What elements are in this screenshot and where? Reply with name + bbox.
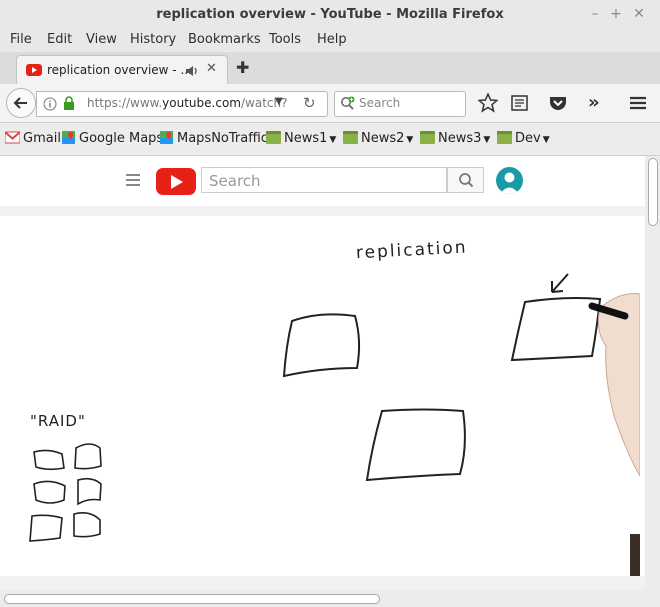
youtube-header: Search <box>0 156 645 206</box>
window-title: replication overview - YouTube - Mozilla… <box>156 7 504 22</box>
menu-history[interactable]: History <box>130 32 176 47</box>
maps-icon <box>62 131 75 144</box>
raid-disk <box>74 443 102 470</box>
page-bottom-spacer <box>0 576 645 590</box>
chevron-down-icon: ▼ <box>483 135 491 145</box>
tab-youtube[interactable]: replication overview - ... ✕ <box>16 55 228 85</box>
menu-edit[interactable]: Edit <box>47 32 72 47</box>
bookmark-star-icon[interactable] <box>478 93 498 113</box>
youtube-search-button[interactable] <box>447 167 484 193</box>
bookmark-mapsnotraffic[interactable]: MapsNoTraffic <box>159 131 268 146</box>
navigation-bar: https://www.youtube.com/watch? ▼ ↻ Searc… <box>0 84 660 123</box>
raid-disk <box>77 477 102 506</box>
youtube-search-input[interactable]: Search <box>201 167 447 193</box>
speaker-icon[interactable] <box>185 65 199 77</box>
minimize-icon[interactable]: – <box>586 5 604 23</box>
video-player[interactable]: replication "RAID" <box>0 216 641 576</box>
reading-list-icon[interactable] <box>510 93 530 113</box>
hamburger-menu-icon[interactable] <box>628 93 648 113</box>
sketch-box-3 <box>510 297 602 362</box>
window-titlebar: replication overview - YouTube - Mozilla… <box>0 0 660 30</box>
bookmark-google-maps[interactable]: Google Maps <box>61 131 163 146</box>
whiteboard-drawing: replication "RAID" <box>29 237 641 576</box>
youtube-guide-menu-icon[interactable] <box>126 174 140 189</box>
menu-view[interactable]: View <box>86 32 117 47</box>
tab-close-icon[interactable]: ✕ <box>206 61 217 76</box>
menu-file[interactable]: File <box>10 32 32 47</box>
raid-disk <box>73 512 101 538</box>
menu-bookmarks[interactable]: Bookmarks <box>188 32 261 47</box>
bookmark-gmail[interactable]: Gmail <box>5 131 61 146</box>
bookmark-folder-dev[interactable]: Dev ▼ <box>497 131 550 146</box>
bookmark-folder-news3[interactable]: News3 ▼ <box>420 131 490 146</box>
folder-icon <box>266 131 281 144</box>
youtube-logo[interactable] <box>156 168 196 195</box>
overflow-chevron-icon[interactable]: » <box>588 92 608 113</box>
handwritten-replication-label: replication <box>355 237 468 263</box>
search-placeholder: Search <box>359 96 401 110</box>
chevron-down-icon: ▼ <box>406 135 414 145</box>
bookmark-folder-news2[interactable]: News2 ▼ <box>343 131 413 146</box>
cup-edge <box>630 534 640 576</box>
info-icon[interactable] <box>43 97 57 111</box>
raid-disk <box>33 480 66 504</box>
url-text: https://www.youtube.com/watch? <box>87 96 288 110</box>
handwritten-raid-label: "RAID" <box>30 412 86 430</box>
bookmarks-bar: Gmail Google Maps MapsNoTraffic News1 ▼ N… <box>0 123 660 156</box>
search-icon <box>459 173 474 188</box>
search-icon <box>341 96 355 110</box>
new-tab-icon[interactable]: ✚ <box>236 58 249 77</box>
gmail-icon <box>5 131 20 144</box>
menu-help[interactable]: Help <box>317 32 347 47</box>
sketch-box-1 <box>282 313 361 378</box>
youtube-favicon-icon <box>26 64 42 76</box>
close-icon[interactable]: ✕ <box>630 5 648 23</box>
sketch-box-2 <box>365 408 466 482</box>
vertical-scrollbar[interactable] <box>645 156 660 590</box>
tab-strip: replication overview - ... ✕ ✚ <box>0 52 660 85</box>
url-bar[interactable]: https://www.youtube.com/watch? ▼ ↻ <box>36 91 328 117</box>
youtube-search-placeholder: Search <box>209 172 261 190</box>
sketch-arrow <box>551 273 569 293</box>
lock-icon <box>64 96 74 110</box>
menu-tools[interactable]: Tools <box>269 32 301 47</box>
url-dropdown-icon[interactable]: ▼ <box>275 96 283 107</box>
browser-search-input[interactable]: Search <box>334 91 466 117</box>
pocket-icon[interactable] <box>548 93 568 113</box>
chevron-down-icon: ▼ <box>542 135 550 145</box>
page-spacer <box>0 206 645 216</box>
avatar[interactable] <box>496 167 523 194</box>
raid-disk <box>29 514 63 542</box>
back-arrow-icon <box>13 97 27 109</box>
menu-bar: File Edit View History Bookmarks Tools H… <box>0 30 660 52</box>
chevron-down-icon: ▼ <box>329 135 337 145</box>
page-content: Search replication "RAID" <box>0 156 645 590</box>
folder-icon <box>343 131 358 144</box>
maps-icon <box>160 131 173 144</box>
back-button[interactable] <box>6 88 36 118</box>
bookmark-folder-news1[interactable]: News1 ▼ <box>266 131 336 146</box>
maximize-icon[interactable]: + <box>607 5 625 23</box>
raid-disk <box>33 449 65 471</box>
reload-icon[interactable]: ↻ <box>303 94 316 112</box>
folder-icon <box>497 131 512 144</box>
vertical-scroll-thumb[interactable] <box>648 158 658 226</box>
presenter-hand <box>598 293 641 478</box>
tab-label: replication overview - ... <box>47 63 192 77</box>
horizontal-scrollbar[interactable] <box>0 590 660 607</box>
horizontal-scroll-thumb[interactable] <box>4 594 380 604</box>
user-avatar-icon <box>500 172 519 194</box>
folder-icon <box>420 131 435 144</box>
